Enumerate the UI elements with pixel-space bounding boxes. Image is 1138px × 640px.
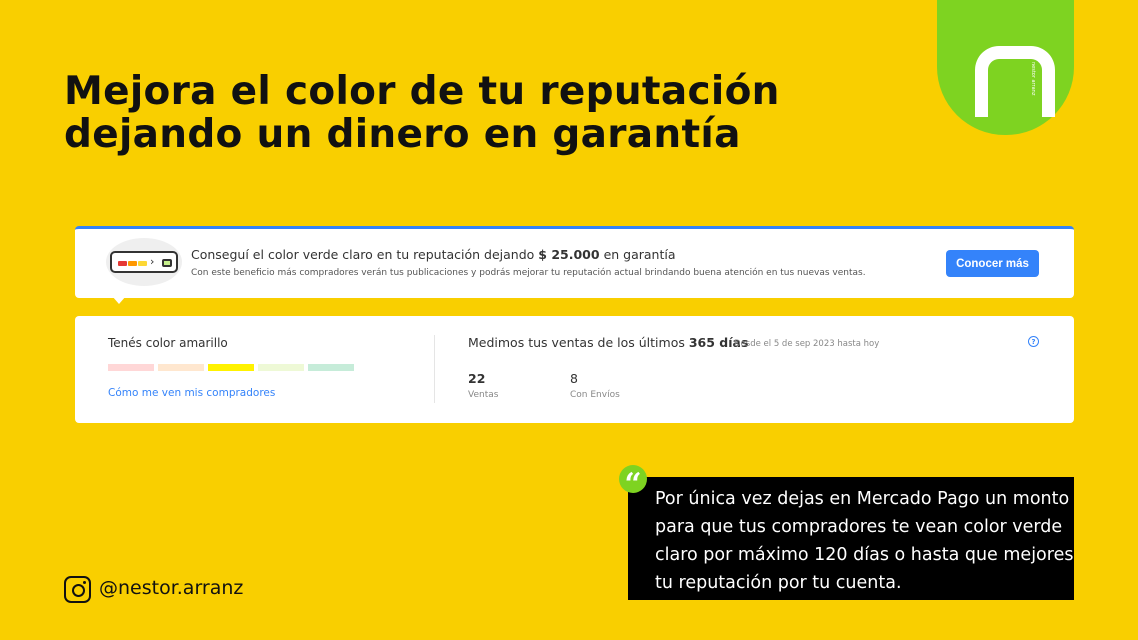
quote-text: Por única vez dejas en Mercado Pago un m… — [655, 489, 1074, 593]
banner-title-prefix: Conseguí el color verde claro en tu repu… — [191, 247, 535, 262]
instagram-icon — [64, 576, 91, 603]
thermometer-level-4 — [258, 364, 304, 371]
banner-pointer — [112, 296, 126, 304]
card-icon-red-seg — [118, 261, 127, 266]
sales-date-range: Desde el 5 de sep 2023 hasta hoy — [734, 339, 880, 349]
thermometer-level-3 — [208, 364, 254, 371]
help-icon[interactable]: ? — [1028, 336, 1039, 347]
buyers-view-link[interactable]: Cómo me ven mis compradores — [108, 387, 275, 399]
quote-icon: “ — [619, 465, 647, 502]
sales-title-prefix: Medimos tus ventas de los últimos — [468, 335, 685, 350]
stat-sales-label: Ventas — [468, 390, 499, 400]
logo-n-icon — [975, 46, 1055, 117]
card-divider — [434, 335, 435, 403]
thermometer-level-1 — [108, 364, 154, 371]
headline-line-1: Mejora el color de tu reputación — [64, 69, 780, 114]
stat-shipping-label: Con Envíos — [570, 390, 620, 400]
card-icon-orange-seg — [128, 261, 137, 266]
banner-title-suffix: en garantía — [603, 247, 676, 262]
learn-more-button[interactable]: Conocer más — [946, 250, 1039, 277]
banner-title: Conseguí el color verde claro en tu repu… — [191, 247, 676, 262]
banner-subtitle: Con este beneficio más compradores verán… — [191, 268, 866, 278]
card-icon-green-box — [162, 259, 172, 267]
thermometer-level-2 — [158, 364, 204, 371]
thermometer-level-5 — [308, 364, 354, 371]
guarantee-banner — [75, 226, 1074, 298]
reputation-title: Tenés color amarillo — [108, 336, 228, 350]
sales-title: Medimos tus ventas de los últimos 365 dí… — [468, 335, 748, 350]
instagram-handle: @nestor.arranz — [99, 577, 244, 599]
card-icon-arrow-icon: › — [150, 255, 155, 268]
stat-sales-value: 22 — [468, 371, 486, 386]
headline-line-2: dejando un dinero en garantía — [64, 112, 741, 157]
stat-shipping-value: 8 — [570, 371, 578, 386]
logo-vertical-text: nestor arranz — [1030, 62, 1036, 96]
reputation-card-icon: › — [110, 251, 178, 273]
card-icon-yellow-seg — [138, 261, 147, 266]
banner-title-amount: $ 25.000 — [538, 247, 600, 262]
headline: Mejora el color de tu reputación dejando… — [64, 70, 780, 156]
